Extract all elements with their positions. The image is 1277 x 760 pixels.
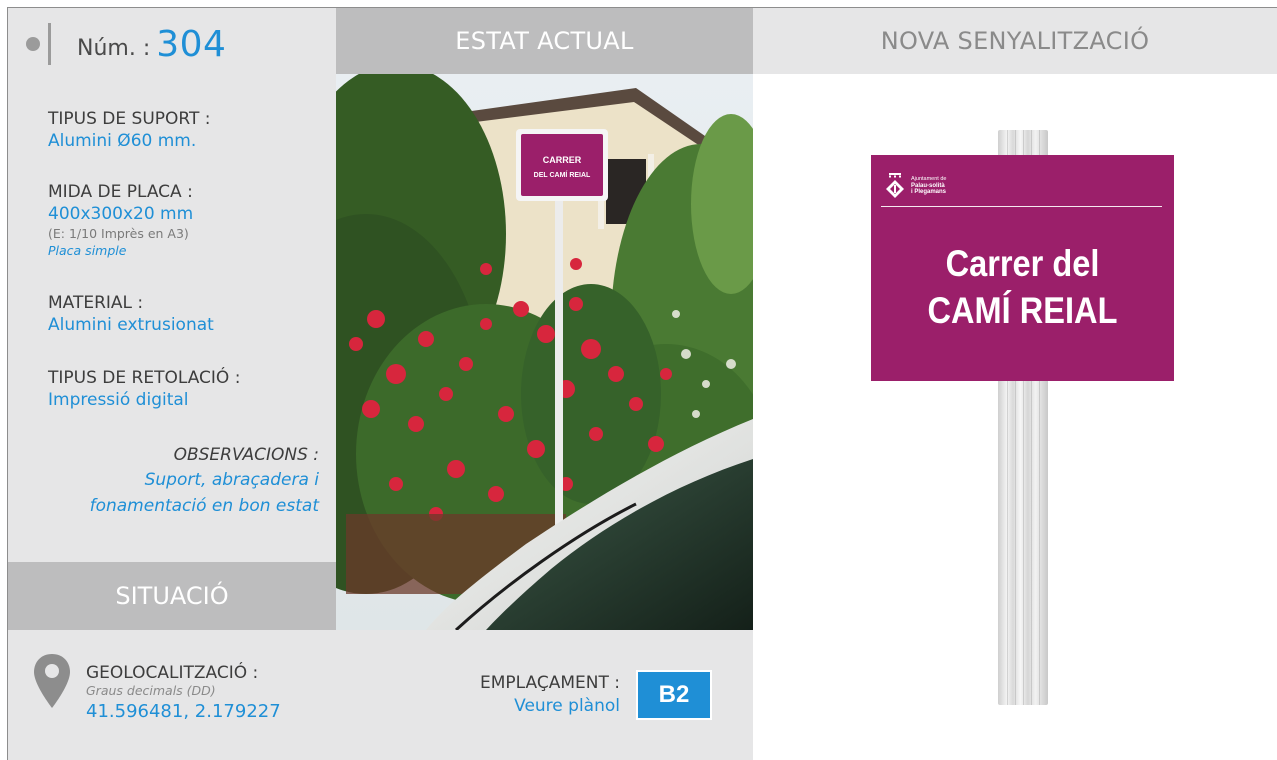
location-pin-icon [32, 652, 72, 714]
current-state-photo: CARRER DEL CAMÍ REIAL [336, 74, 753, 630]
material-label: MATERIAL : [48, 293, 144, 313]
geolocation-label: GEOLOCALITZACIÓ : [86, 663, 259, 683]
placement-label: EMPLAÇAMENT : [480, 673, 620, 693]
geolocation-value: 41.596481, 2.179227 [86, 701, 281, 722]
material: MATERIAL : Alumini extrusionat [48, 292, 214, 336]
plate-type-note: Placa simple [48, 243, 127, 258]
situation-header: SITUACIÓ [8, 562, 336, 630]
support-type-value: Alumini Ø60 mm. [48, 131, 197, 151]
plate-scale-note: (E: 1/10 Imprès en A3) [48, 226, 189, 241]
photo-sign-line-1: CARRER [543, 155, 582, 165]
street-name-line-1: Carrer del [945, 243, 1100, 284]
geolocation: GEOLOCALITZACIÓ : Graus decimals (DD) 41… [86, 663, 281, 725]
coat-of-arms-icon [886, 173, 904, 198]
street-name-line-2: CAMÍ REIAL [927, 290, 1118, 331]
divider [48, 23, 51, 65]
placement-code-badge: B2 [636, 670, 712, 720]
logo-line-1: Ajuntament de [911, 176, 947, 183]
frame-left [7, 7, 8, 760]
sign-rule [881, 206, 1162, 207]
street-photo: CARRER DEL CAMÍ REIAL [336, 74, 753, 630]
new-street-sign: Ajuntament de Palau-solità i Plegamans C… [871, 155, 1174, 381]
bullet-icon [26, 37, 40, 51]
plate-size-value: 400x300x20 mm [48, 204, 194, 224]
placement: EMPLAÇAMENT : Veure plànol [420, 672, 620, 718]
number-label: Núm. : [77, 35, 151, 61]
new-signage-header: NOVA SENYALITZACIÓ [753, 8, 1277, 74]
geolocation-format: Graus decimals (DD) [86, 683, 216, 698]
placement-map-link[interactable]: Veure plànol [420, 694, 620, 718]
lettering-type-label: TIPUS DE RETOLACIÓ : [48, 368, 241, 388]
photo-sign-line-2: DEL CAMÍ REIAL [534, 170, 591, 179]
material-value: Alumini extrusionat [48, 315, 214, 335]
logo-line-3: i Plegamans [911, 189, 947, 196]
sheet-number: Núm. : 304 [26, 14, 226, 74]
plate-size: MIDA DE PLACA : 400x300x20 mm (E: 1/10 I… [48, 181, 193, 259]
current-state-header: ESTAT ACTUAL [336, 8, 753, 74]
observations: OBSERVACIONS : Suport, abraçadera i fona… [0, 444, 319, 519]
sheet: Núm. : 304 ESTAT ACTUAL NOVA SENYALITZAC… [0, 0, 1277, 760]
support-type: TIPUS DE SUPORT : Alumini Ø60 mm. [48, 108, 210, 152]
plate-size-label: MIDA DE PLACA : [48, 182, 193, 202]
observations-line-2: fonamentació en bon estat [89, 496, 319, 516]
support-type-label: TIPUS DE SUPORT : [48, 109, 211, 129]
observations-line-1: Suport, abraçadera i [144, 470, 319, 490]
number-value: 304 [156, 23, 227, 65]
municipal-name: Ajuntament de Palau-solità i Plegamans [911, 176, 946, 196]
lettering-type-value: Impressió digital [48, 390, 189, 410]
street-name: Carrer del CAMÍ REIAL [889, 240, 1156, 334]
municipal-logo: Ajuntament de Palau-solità i Plegamans [885, 173, 946, 199]
observations-label: OBSERVACIONS : [173, 445, 319, 465]
lettering-type: TIPUS DE RETOLACIÓ : Impressió digital [48, 367, 240, 411]
